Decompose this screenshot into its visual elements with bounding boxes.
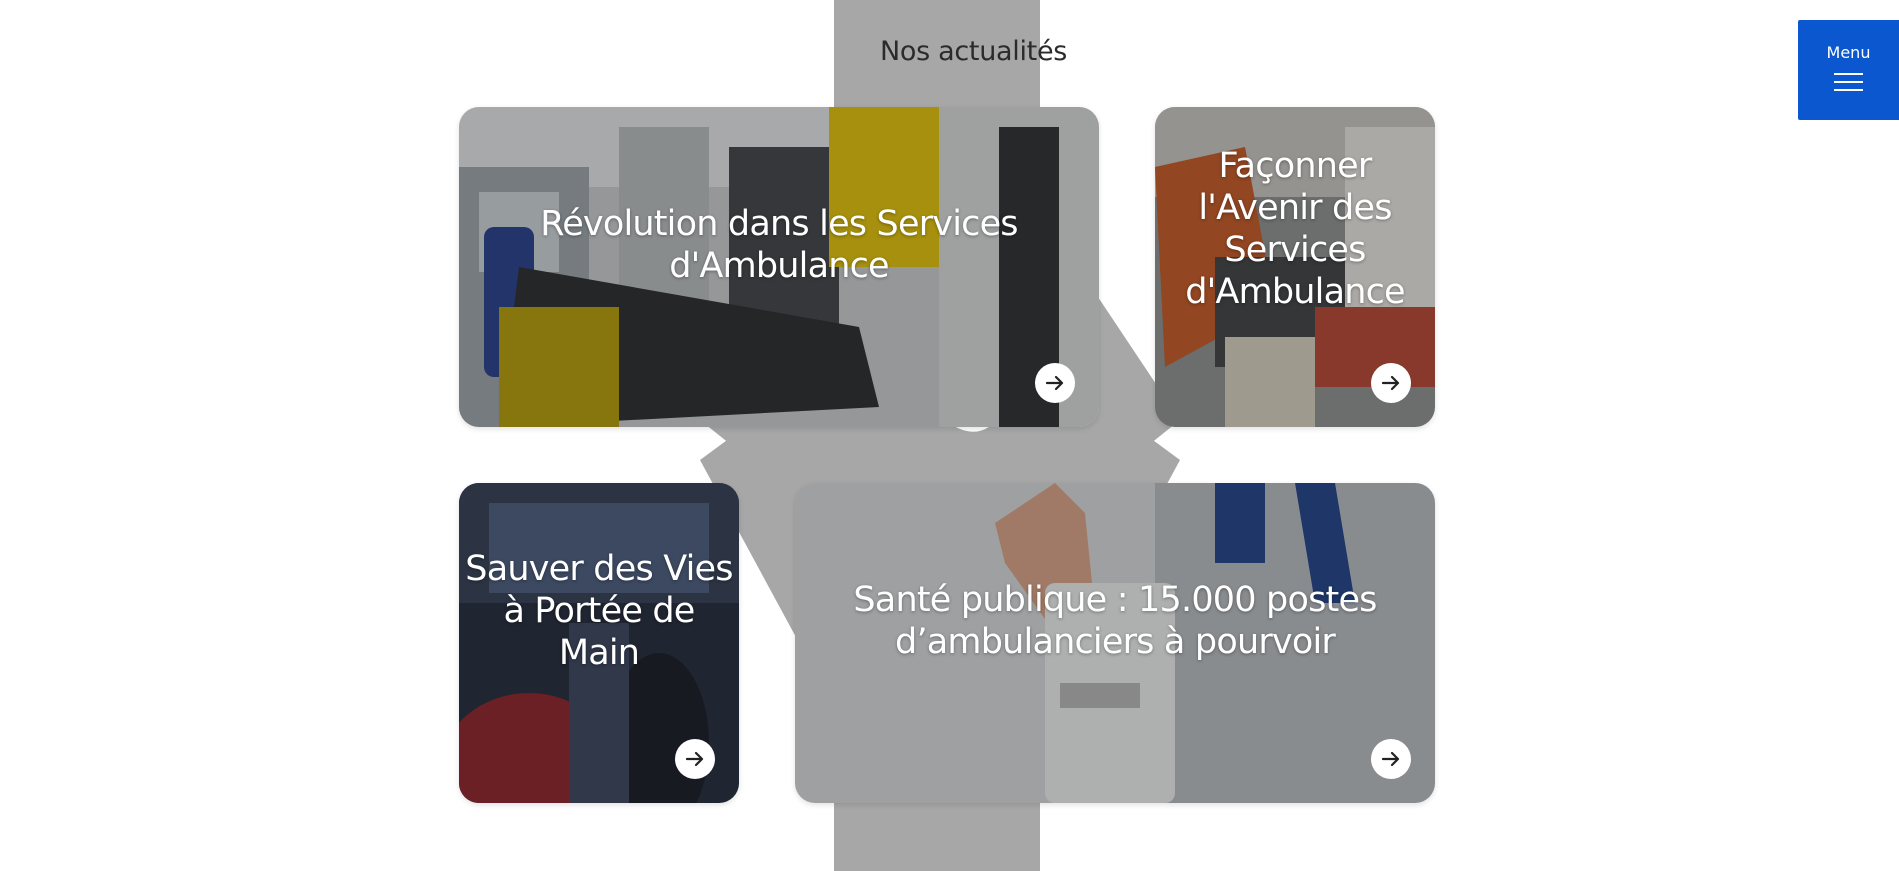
menu-label: Menu bbox=[1826, 43, 1871, 62]
section-title: Nos actualités bbox=[879, 36, 1068, 67]
arrow-right-icon[interactable] bbox=[1371, 739, 1411, 779]
news-card-future-services[interactable]: Façonner l'Avenir des Services d'Ambulan… bbox=[1155, 107, 1435, 427]
arrow-right-icon[interactable] bbox=[1035, 363, 1075, 403]
news-card-saving-lives[interactable]: Sauver des Vies à Portée de Main bbox=[459, 483, 739, 803]
hamburger-icon bbox=[1834, 67, 1863, 97]
news-card-public-health-jobs[interactable]: Santé publique : 15.000 postes d’ambulan… bbox=[795, 483, 1435, 803]
news-card-ambulance-revolution[interactable]: Révolution dans les Services d'Ambulance bbox=[459, 107, 1099, 427]
arrow-right-icon[interactable] bbox=[675, 739, 715, 779]
menu-button[interactable]: Menu bbox=[1798, 20, 1899, 120]
arrow-right-icon[interactable] bbox=[1371, 363, 1411, 403]
card-title: Santé publique : 15.000 postes d’ambulan… bbox=[853, 580, 1377, 662]
card-title: Révolution dans les Services d'Ambulance bbox=[540, 204, 1018, 286]
